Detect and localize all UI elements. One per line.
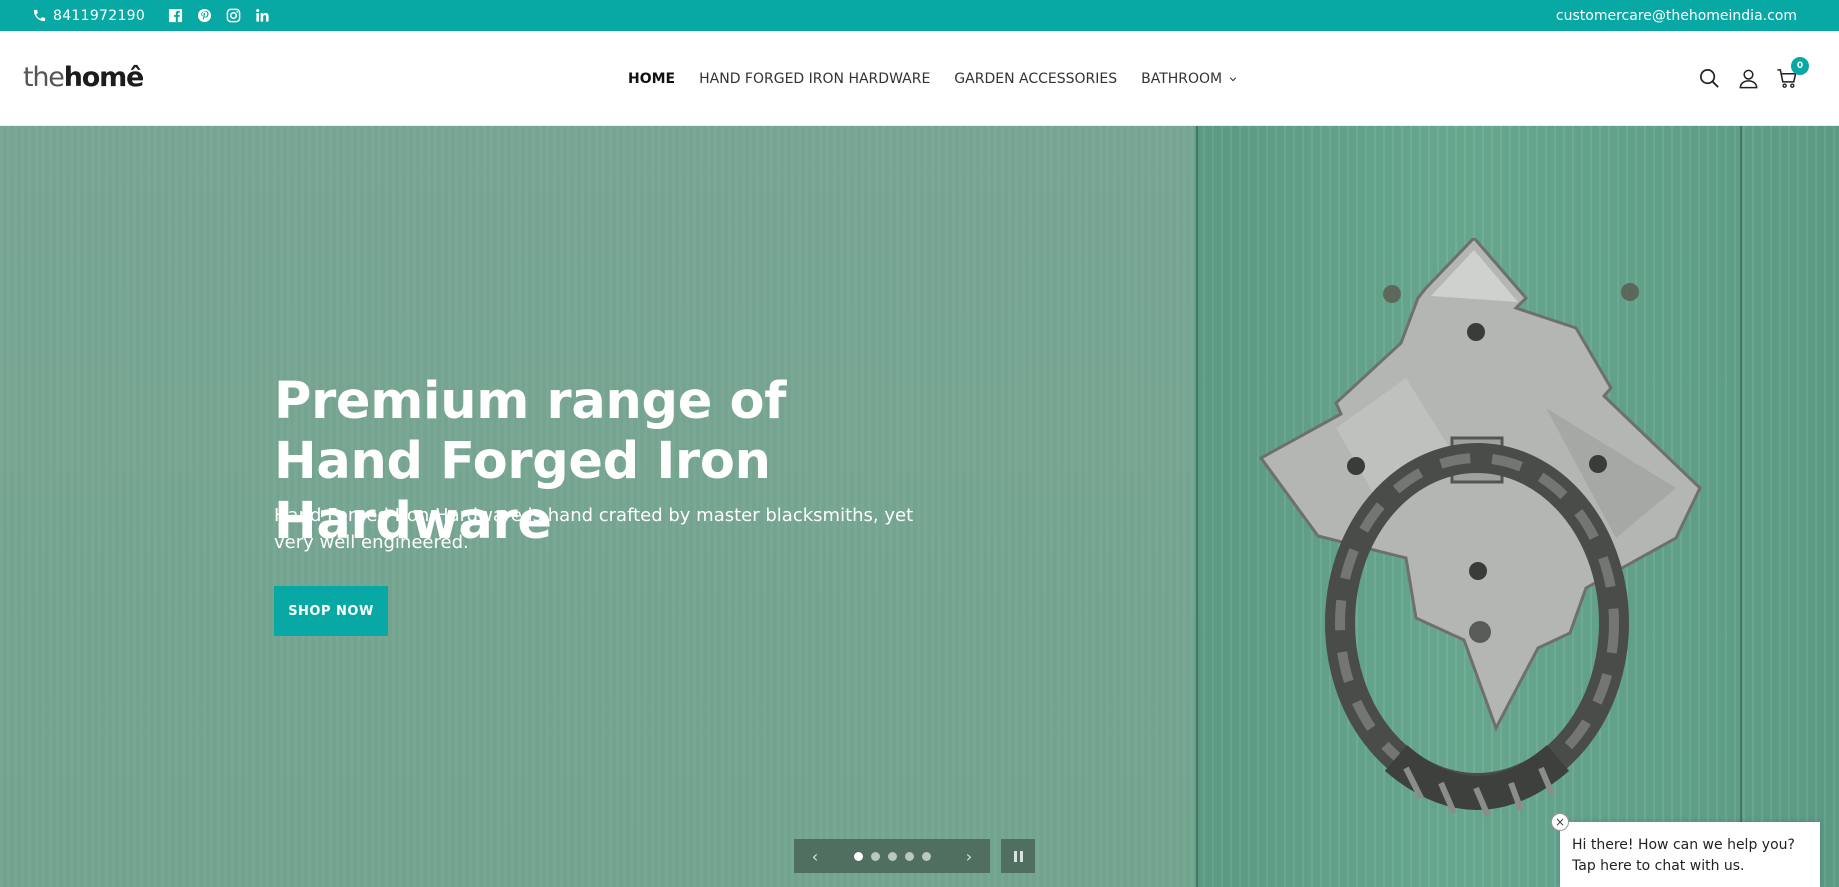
logo-home: homê: [63, 62, 145, 93]
nav-item-bathroom-label: BATHROOM: [1141, 70, 1223, 87]
nav-item-hand-forged-iron-hardware[interactable]: HAND FORGED IRON HARDWARE: [699, 71, 930, 87]
account-icon[interactable]: [1737, 67, 1760, 90]
slider-prev-button[interactable]: ‹: [808, 847, 822, 866]
slider-dot[interactable]: [887, 851, 897, 861]
hero-slider: Premium range of Hand Forged Iron Hardwa…: [0, 126, 1839, 887]
top-bar-left: 8411972190: [32, 0, 283, 31]
shop-now-button[interactable]: SHOP NOW: [274, 586, 388, 636]
phone-number: 8411972190: [53, 7, 146, 24]
phone-link[interactable]: 8411972190: [32, 8, 145, 24]
facebook-icon[interactable]: [167, 8, 183, 24]
slider-dot[interactable]: [853, 851, 863, 861]
slider-dot[interactable]: [921, 851, 931, 861]
search-icon[interactable]: [1698, 67, 1721, 90]
slider-pause-button[interactable]: [1001, 839, 1035, 873]
door-plank-line: [1740, 126, 1742, 887]
slider-controls: ‹ ›: [794, 839, 990, 873]
site-header: thehomê HOME HAND FORGED IRON HARDWARE G…: [0, 31, 1839, 126]
top-bar: 8411972190 customercare@thehomeindia.com: [0, 0, 1839, 31]
nav-item-home[interactable]: HOME: [628, 71, 675, 87]
cart-count-badge: 0: [1791, 57, 1809, 75]
nav-item-bathroom[interactable]: BATHROOM: [1141, 71, 1237, 87]
phone-icon: [33, 9, 46, 22]
slider-dots: [850, 851, 935, 861]
nav-item-garden-accessories[interactable]: GARDEN ACCESSORIES: [954, 71, 1117, 87]
logo[interactable]: thehomê: [23, 62, 145, 93]
main-nav: HOME HAND FORGED IRON HARDWARE GARDEN AC…: [628, 31, 1261, 126]
chat-close-button[interactable]: ×: [1551, 813, 1569, 831]
pause-icon: [1019, 850, 1023, 862]
pinterest-icon[interactable]: [196, 8, 212, 24]
instagram-icon[interactable]: [225, 8, 241, 24]
social-links: [167, 8, 283, 24]
slider-dot[interactable]: [904, 851, 914, 861]
header-icons: 0: [1682, 31, 1809, 126]
chat-widget[interactable]: Hi there! How can we help you? Tap here …: [1560, 822, 1820, 887]
door-knocker-image: [1258, 238, 1702, 818]
cart-icon[interactable]: 0: [1776, 57, 1809, 90]
slider-dot[interactable]: [870, 851, 880, 861]
linkedin-icon[interactable]: [254, 8, 270, 24]
pause-icon: [1013, 850, 1017, 862]
chevron-down-icon: [1229, 76, 1237, 81]
email-link[interactable]: customercare@thehomeindia.com: [1556, 0, 1797, 31]
hero-subtext: Hand Forged Iron Hardware is hand crafte…: [274, 505, 914, 553]
logo-the: the: [23, 62, 65, 93]
door-plank-line: [1196, 126, 1198, 887]
slider-next-button[interactable]: ›: [962, 847, 976, 866]
